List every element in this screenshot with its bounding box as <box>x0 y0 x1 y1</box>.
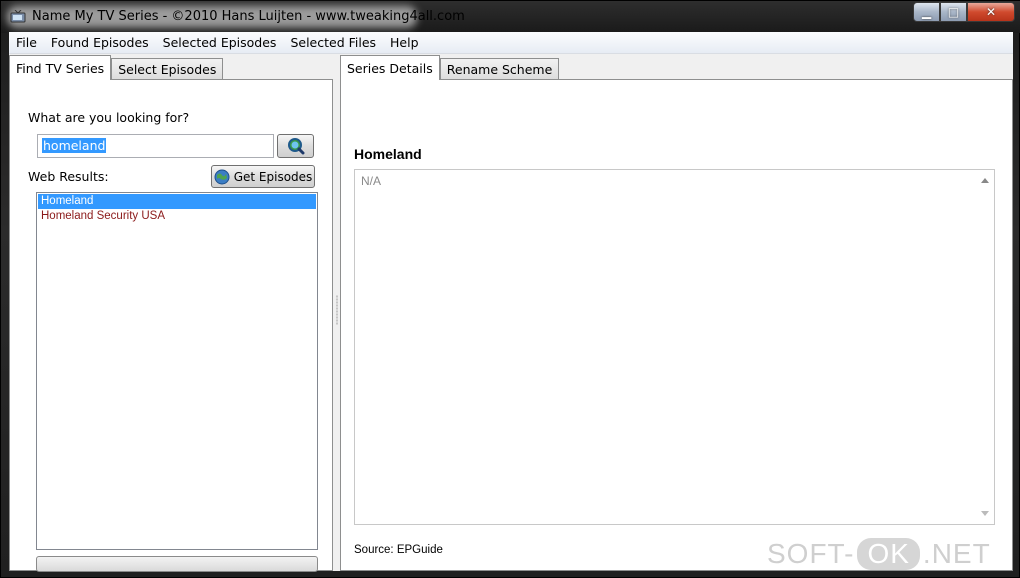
web-results-list[interactable]: Homeland Homeland Security USA <box>36 192 318 550</box>
minimize-button[interactable]: ▁ <box>913 2 940 22</box>
search-globe-icon <box>287 138 304 155</box>
maximize-button[interactable]: □ <box>940 2 967 22</box>
source-label: Source: EPGuide <box>354 544 443 556</box>
list-item[interactable]: Homeland <box>38 194 316 209</box>
list-item[interactable]: Homeland Security USA <box>38 209 316 224</box>
tab-find-tv-series[interactable]: Find TV Series <box>9 55 112 80</box>
watermark-right: .NET <box>922 538 991 569</box>
tab-series-details[interactable]: Series Details <box>340 55 440 80</box>
tv-app-icon <box>10 10 26 23</box>
tab-rename-scheme[interactable]: Rename Scheme <box>439 58 560 80</box>
left-tabs: Find TV Series Select Episodes <box>9 55 224 80</box>
app-window: Name My TV Series - ©2010 Hans Luijten -… <box>0 0 1020 578</box>
menu-selected-episodes[interactable]: Selected Episodes <box>156 35 284 50</box>
caption-buttons: ▁ □ ✕ <box>913 2 1015 22</box>
splitter-grip[interactable] <box>336 295 338 325</box>
series-description: N/A <box>361 174 382 188</box>
scroll-up-icon[interactable] <box>981 178 989 183</box>
globe-icon <box>214 169 230 184</box>
web-results-label: Web Results: <box>28 169 109 184</box>
close-button[interactable]: ✕ <box>967 2 1015 22</box>
series-description-box[interactable]: N/A <box>354 169 995 525</box>
series-details-pane: Homeland N/A Source: EPGuide <box>340 79 1013 571</box>
vertical-scrollbar[interactable] <box>977 170 994 524</box>
find-tv-series-pane: What are you looking for? homeland Web R… <box>9 79 333 572</box>
search-input[interactable]: homeland <box>37 134 274 158</box>
right-panel: Series Details Rename Scheme Homeland N/… <box>340 55 1013 571</box>
search-button[interactable] <box>277 134 314 158</box>
client-area: File Found Episodes Selected Episodes Se… <box>9 32 1013 572</box>
menu-found-episodes[interactable]: Found Episodes <box>44 35 156 50</box>
window-title: Name My TV Series - ©2010 Hans Luijten -… <box>32 9 465 24</box>
menu-help[interactable]: Help <box>383 35 426 50</box>
menu-file[interactable]: File <box>9 35 44 50</box>
scroll-down-icon[interactable] <box>981 511 989 516</box>
watermark-left: SOFT- <box>767 538 855 569</box>
left-panel: Find TV Series Select Episodes What are … <box>9 55 333 572</box>
get-episodes-label: Get Episodes <box>233 169 313 184</box>
title-bar[interactable]: Name My TV Series - ©2010 Hans Luijten -… <box>1 1 1020 33</box>
progress-bar <box>36 556 318 572</box>
menu-bar: File Found Episodes Selected Episodes Se… <box>9 32 1013 54</box>
series-title: Homeland <box>354 146 422 162</box>
right-tabs: Series Details Rename Scheme <box>340 55 560 80</box>
search-label: What are you looking for? <box>28 110 190 125</box>
watermark-ok: OK <box>857 538 920 570</box>
search-input-value: homeland <box>42 138 107 153</box>
get-episodes-button[interactable]: Get Episodes <box>211 165 315 188</box>
tab-select-episodes[interactable]: Select Episodes <box>111 58 224 80</box>
watermark: SOFT- OK .NET <box>767 533 991 575</box>
menu-selected-files[interactable]: Selected Files <box>283 35 383 50</box>
panel-splitter[interactable] <box>333 55 340 571</box>
